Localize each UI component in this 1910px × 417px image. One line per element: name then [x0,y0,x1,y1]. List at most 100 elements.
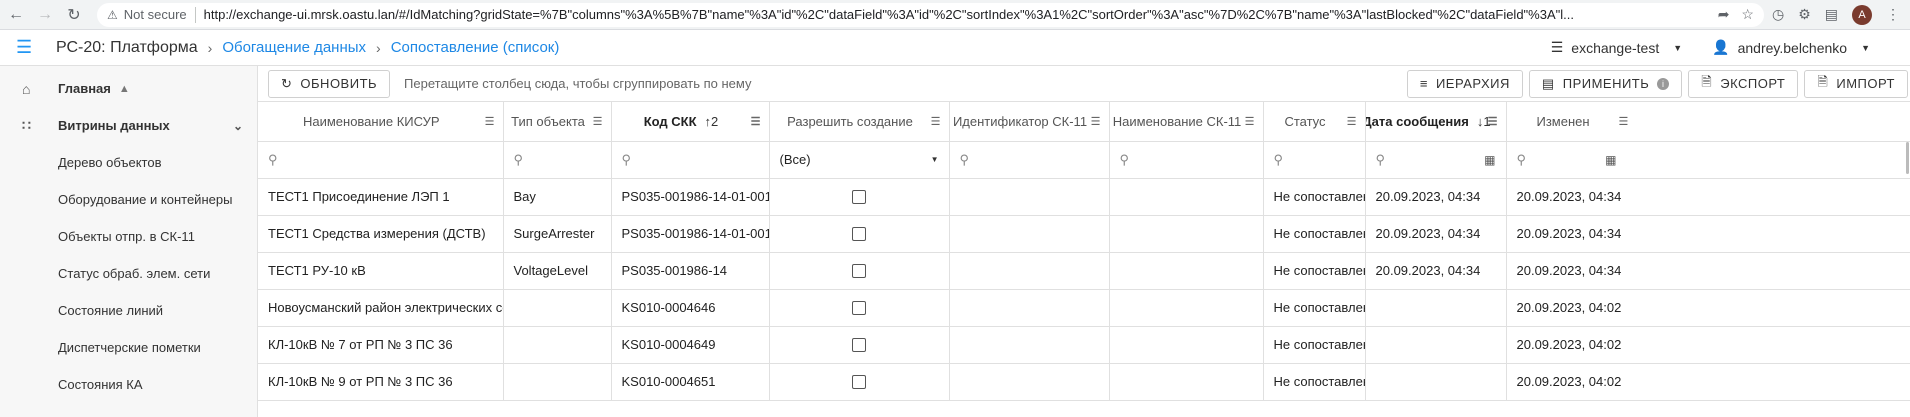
cell-kisur-name[interactable]: КЛ-10кВ № 9 от РП № 3 ПС 36 [258,363,504,401]
forward-icon[interactable]: → [32,2,58,28]
cell-sk11-name[interactable] [1109,252,1264,290]
cell-skk-code[interactable]: PS035-001986-14-01-001-75 [611,215,770,253]
column-header-allow-create[interactable]: Разрешить создание ☰ [769,102,950,142]
breadcrumb-matching-list[interactable]: Сопоставление (список) [391,39,560,56]
breadcrumb-enrichment[interactable]: Обогащение данных [222,39,366,56]
vertical-scrollbar[interactable] [1906,142,1909,174]
sidebar-item-showcases[interactable]: ∷ Витрины данных ⌄ [0,107,257,144]
filter-icon[interactable]: ☰ [485,115,495,128]
cell-object-type[interactable] [503,326,612,364]
allow-create-checkbox[interactable] [852,301,866,316]
cell-object-type[interactable] [503,363,612,401]
filter-icon[interactable]: ☰ [593,115,603,128]
sidebar-item-network-status[interactable]: Статус обраб. элем. сети [0,255,257,292]
filter-icon[interactable]: ☰ [1619,115,1629,128]
allow-create-checkbox[interactable] [852,338,866,353]
profile-avatar[interactable]: A [1852,4,1872,25]
column-header-object-type[interactable]: Тип объекта ☰ [503,102,612,142]
cell-message-date[interactable] [1365,289,1507,327]
table-row[interactable]: КЛ-10кВ № 7 от РП № 3 ПС 36 KS010-000464… [258,326,1910,364]
cell-sk11-name[interactable] [1109,178,1264,216]
user-menu[interactable]: 👤 andrey.belchenko ▼ [1712,39,1870,56]
allow-create-checkbox[interactable] [852,264,866,279]
hierarchy-button[interactable]: ≡ ИЕРАРХИЯ [1406,69,1523,98]
cell-object-type[interactable] [503,289,612,327]
cell-sk11-id[interactable] [949,326,1110,364]
filter-cell-sk11-id[interactable]: ⚲ [949,141,1110,179]
allow-create-checkbox[interactable] [852,227,866,242]
cell-status[interactable]: Не сопоставлен [1263,363,1366,401]
column-header-status[interactable]: Статус ☰ [1263,102,1366,142]
cell-skk-code[interactable]: KS010-0004646 [611,289,770,327]
table-row[interactable]: КЛ-10кВ № 9 от РП № 3 ПС 36 KS010-000465… [258,363,1910,401]
cell-skk-code[interactable]: PS035-001986-14 [611,252,770,290]
cell-sk11-name[interactable] [1109,326,1264,364]
filter-icon[interactable]: ☰ [1347,115,1357,128]
filter-icon[interactable]: ☰ [1091,115,1101,128]
extensions-icon[interactable]: ⚙ [1798,6,1811,23]
cell-changed[interactable]: 20.09.2023, 04:02 [1506,289,1910,327]
cell-object-type[interactable]: SurgeArrester [503,215,612,253]
cell-sk11-name[interactable] [1109,215,1264,253]
cell-status[interactable]: Не сопоставлен [1263,215,1366,253]
back-icon[interactable]: ← [3,2,29,28]
calendar-icon[interactable]: ▦ [1484,153,1495,167]
sidebar-item-home[interactable]: ⌂ Главная ▲ [0,70,257,107]
cell-message-date[interactable] [1365,363,1507,401]
cell-kisur-name[interactable]: ТЕСТ1 Присоединение ЛЭП 1 [258,178,504,216]
bookmark-star-icon[interactable]: ☆ [1741,6,1754,23]
sidebar-item-line-state[interactable]: Состояние линий [0,292,257,329]
reload-icon[interactable]: ↻ [61,2,87,28]
filter-cell-kisur-name[interactable]: ⚲ [258,141,504,179]
filter-icon[interactable]: ☰ [931,115,941,128]
filter-icon[interactable]: ☰ [1245,115,1255,128]
apply-button[interactable]: ▤ ПРИМЕНИТЬ i [1528,69,1683,98]
group-panel-hint[interactable]: Перетащите столбец сюда, чтобы сгруппиро… [404,76,751,91]
filter-cell-sk11-name[interactable]: ⚲ [1109,141,1264,179]
cell-status[interactable]: Не сопоставлен [1263,252,1366,290]
filter-select-allow-create[interactable]: (Все) ▼ [769,141,950,179]
cell-changed[interactable]: 20.09.2023, 04:34 [1506,178,1910,216]
export-button[interactable]: 🗎 ЭКСПОРТ [1688,69,1799,98]
hamburger-menu-icon[interactable]: ☰ [16,37,42,58]
url-text[interactable]: http://exchange-ui.mrsk.oastu.lan/#/IdMa… [204,7,1710,22]
cell-changed[interactable]: 20.09.2023, 04:02 [1506,363,1910,401]
filter-icon[interactable]: ☰ [751,115,761,128]
cell-object-type[interactable]: Bay [503,178,612,216]
app-title[interactable]: РС-20: Платформа [56,39,198,57]
cell-message-date[interactable]: 20.09.2023, 04:34 [1365,178,1507,216]
not-secure-label[interactable]: Not secure [124,7,187,22]
side-panel-icon[interactable]: ▤ [1825,6,1838,23]
filter-cell-object-type[interactable]: ⚲ [503,141,612,179]
column-header-message-date[interactable]: Дата сообщения ↓1 ☰ [1365,102,1507,142]
cell-status[interactable]: Не сопоставлен [1263,326,1366,364]
calendar-icon[interactable]: ▦ [1605,153,1616,167]
filter-cell-status[interactable]: ⚲ [1263,141,1366,179]
cell-status[interactable]: Не сопоставлен [1263,178,1366,216]
cell-sk11-name[interactable] [1109,289,1264,327]
cell-skk-code[interactable]: KS010-0004649 [611,326,770,364]
share-icon[interactable]: ➦ [1718,6,1730,23]
warning-icon[interactable]: ⚠ [107,8,118,22]
cell-sk11-id[interactable] [949,178,1110,216]
sidebar-item-object-tree[interactable]: Дерево объектов [0,144,257,181]
table-row[interactable]: Новоусманский район электрических сетей … [258,289,1910,327]
cell-changed[interactable]: 20.09.2023, 04:34 [1506,215,1910,253]
cell-sk11-id[interactable] [949,252,1110,290]
sidebar-item-equipment[interactable]: Оборудование и контейнеры [0,181,257,218]
environment-selector[interactable]: ☰ exchange-test ▼ [1551,39,1682,56]
cell-message-date[interactable]: 20.09.2023, 04:34 [1365,215,1507,253]
column-header-kisur-name[interactable]: Наименование КИСУР ☰ [258,102,504,142]
address-bar[interactable]: ⚠ Not secure http://exchange-ui.mrsk.oas… [97,2,1764,27]
filter-cell-skk-code[interactable]: ⚲ [611,141,770,179]
column-header-sk11-name[interactable]: Наименование СК-11 ☰ [1109,102,1264,142]
cell-object-type[interactable]: VoltageLevel [503,252,612,290]
cell-message-date[interactable] [1365,326,1507,364]
cell-sk11-id[interactable] [949,363,1110,401]
cell-kisur-name[interactable]: ТЕСТ1 РУ-10 кВ [258,252,504,290]
cell-sk11-id[interactable] [949,289,1110,327]
cell-kisur-name[interactable]: КЛ-10кВ № 7 от РП № 3 ПС 36 [258,326,504,364]
column-header-changed[interactable]: Изменен ☰ [1506,102,1910,142]
cell-skk-code[interactable]: KS010-0004651 [611,363,770,401]
table-row[interactable]: ТЕСТ1 Средства измерения (ДСТВ) SurgeArr… [258,215,1910,253]
